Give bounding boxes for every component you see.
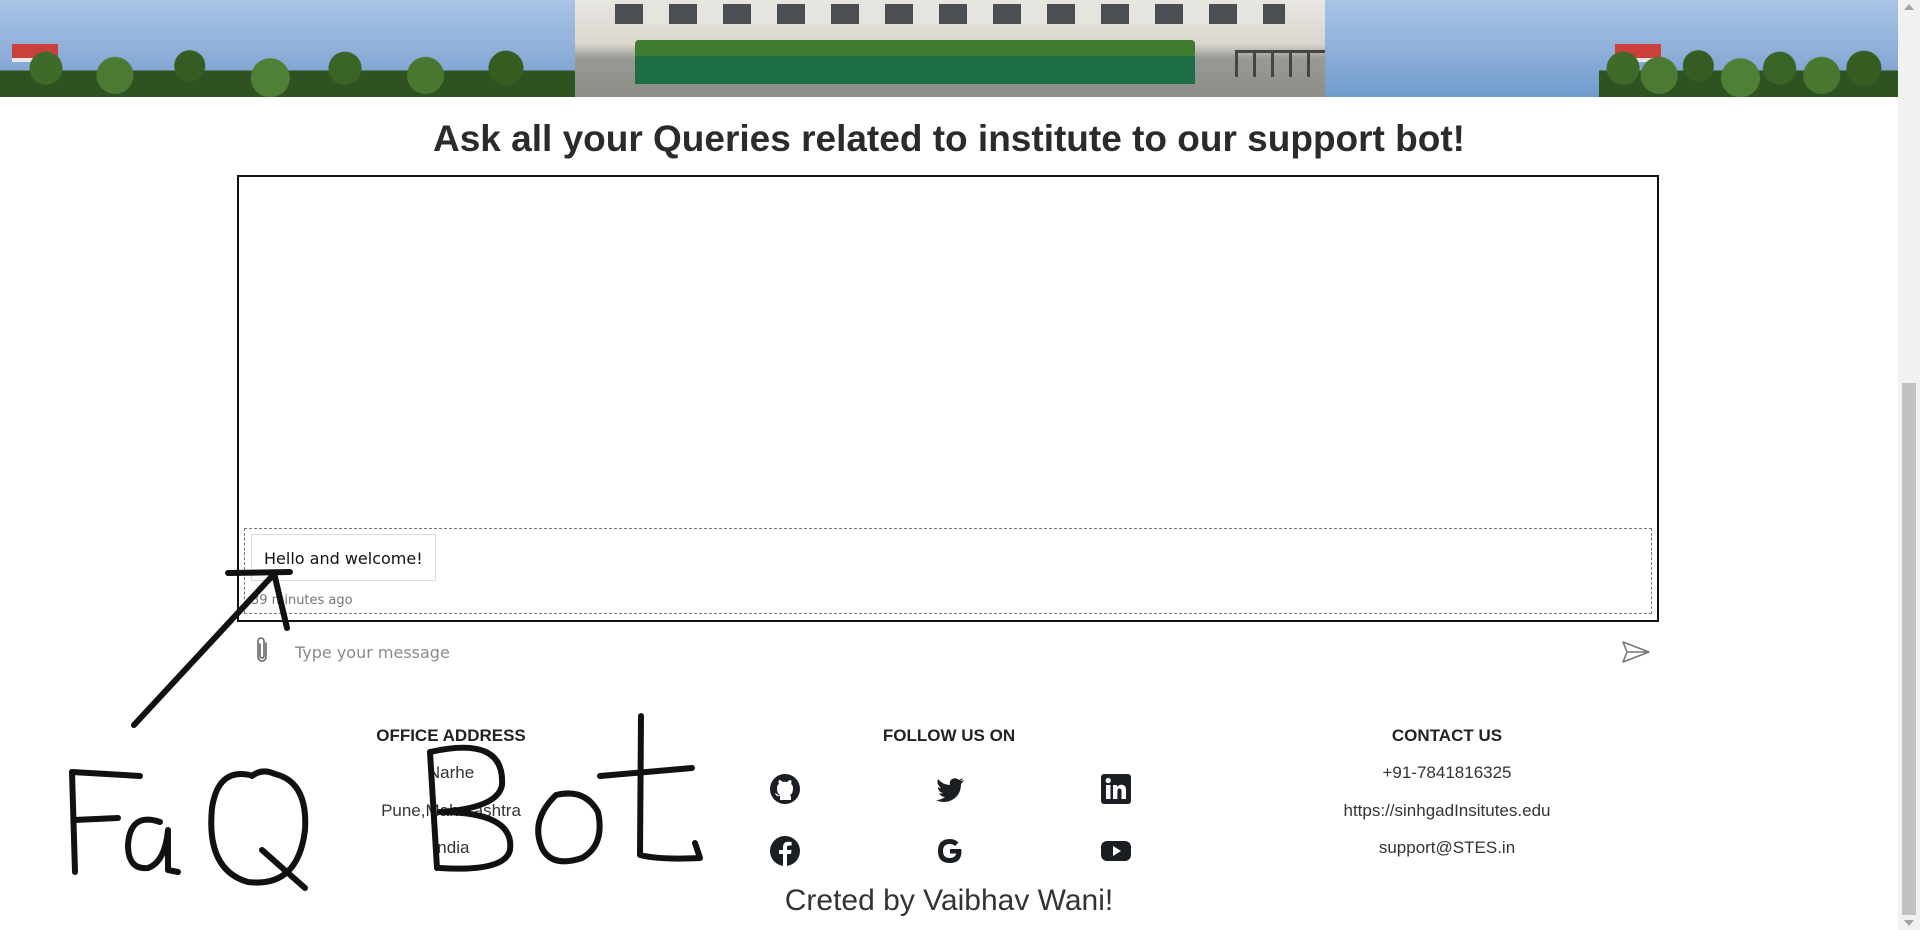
contact-us-section: CONTACT US +91-7841816325 https://sinhga…: [1267, 726, 1627, 857]
linkedin-icon[interactable]: [1100, 773, 1132, 805]
facebook-icon[interactable]: [769, 835, 801, 867]
banner-trees-left: [0, 0, 575, 97]
follow-us-section: FOLLOW US ON: [769, 726, 1131, 866]
address-line-2: Pune,Maharashtra: [381, 801, 521, 820]
office-address-section: OFFICE ADDRESS Narhe Pune,Maharashtra In…: [271, 726, 631, 857]
contact-website[interactable]: https://sinhgadInsitutes.edu: [1267, 801, 1627, 821]
chat-window: Hello and welcome! 39 minutes ago: [237, 175, 1659, 622]
messages-area: Hello and welcome! 39 minutes ago: [244, 528, 1652, 614]
chat-input-row: [237, 628, 1659, 674]
bot-message-bubble: Hello and welcome!: [251, 534, 436, 581]
contact-us-title: CONTACT US: [1391, 726, 1503, 745]
scroll-up-arrow-icon[interactable]: [1904, 4, 1914, 10]
contact-phone[interactable]: +91-7841816325: [1267, 763, 1627, 783]
github-icon[interactable]: [769, 773, 801, 805]
google-icon[interactable]: [934, 835, 966, 867]
address-line-1: Narhe: [427, 763, 475, 782]
scroll-down-arrow-icon[interactable]: [1904, 920, 1914, 926]
contact-email[interactable]: support@STES.in: [1267, 838, 1627, 858]
paperclip-icon[interactable]: [251, 636, 273, 666]
banner-building-photo: [575, 0, 1325, 97]
youtube-icon[interactable]: [1100, 835, 1132, 867]
credit-text: Creted by Vaibhav Wani!: [784, 884, 1114, 917]
message-timestamp: 39 minutes ago: [251, 593, 353, 608]
message-input[interactable]: [293, 634, 1547, 670]
page-scrollbar[interactable]: [1898, 0, 1920, 930]
banner-trees-right: [1325, 0, 1898, 97]
scrollbar-thumb[interactable]: [1902, 383, 1916, 915]
page-heading: Ask all your Queries related to institut…: [433, 118, 1465, 159]
address-line-3: India: [432, 838, 470, 857]
campus-banner: [0, 0, 1898, 97]
follow-us-title: FOLLOW US ON: [882, 726, 1016, 745]
send-icon[interactable]: [1621, 640, 1651, 664]
twitter-icon[interactable]: [934, 773, 966, 805]
office-address-title: OFFICE ADDRESS: [376, 726, 526, 745]
